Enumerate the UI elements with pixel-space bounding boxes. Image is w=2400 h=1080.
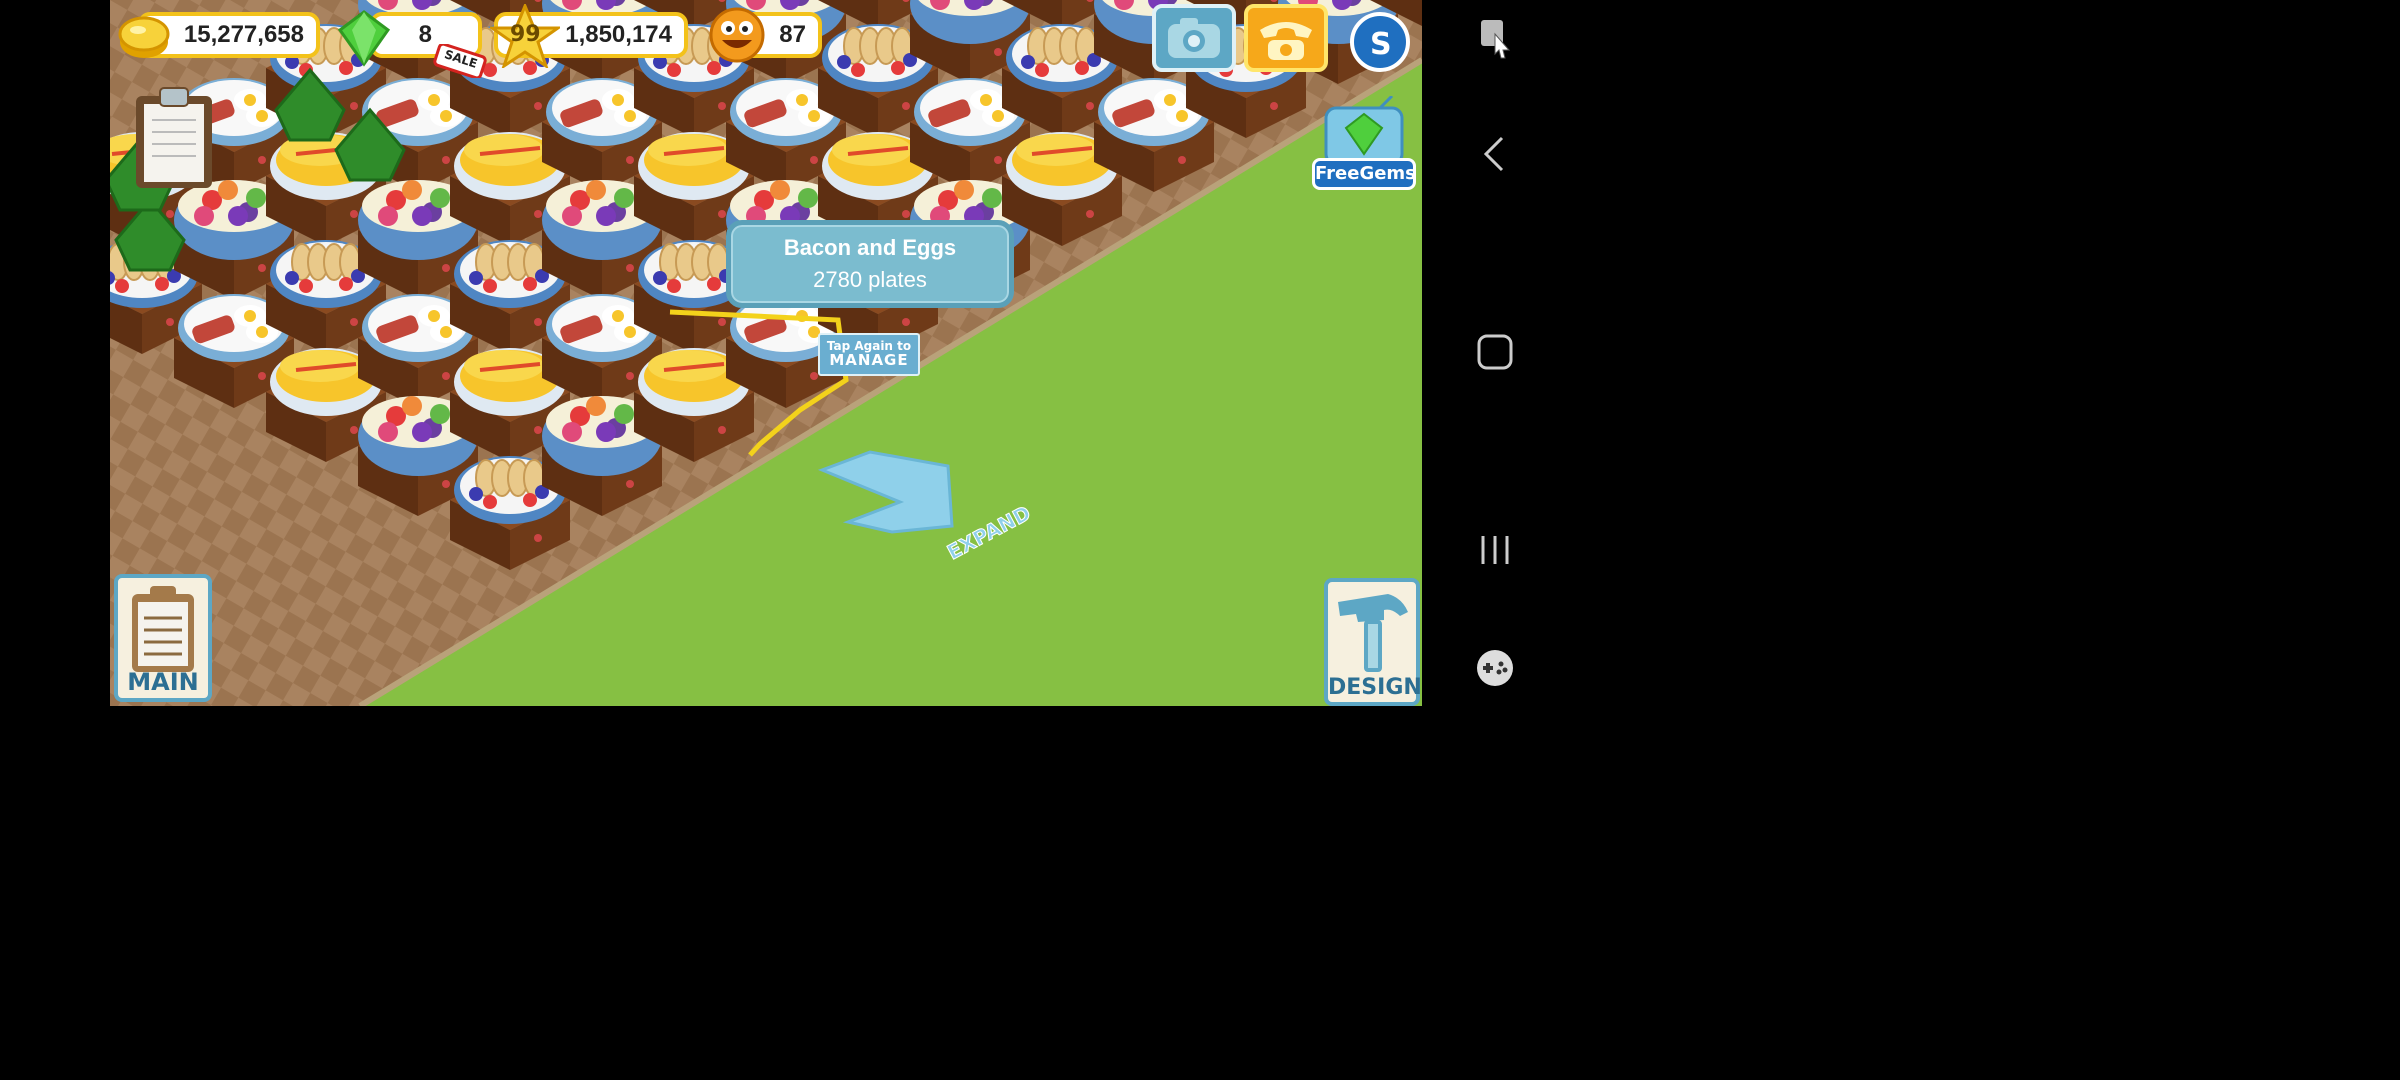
gem-icon — [334, 8, 394, 68]
phone-icon — [1260, 22, 1312, 60]
star-icon: 99 — [487, 2, 563, 70]
coins-value: 15,277,658 — [183, 21, 304, 48]
smiley-icon — [708, 6, 766, 64]
tooltip-subtitle: 2780 plates — [813, 267, 927, 292]
tooltip-title: Bacon and Eggs — [783, 235, 957, 260]
mood-value: 87 — [779, 21, 806, 48]
svg-text:S: S — [1370, 27, 1392, 62]
design-button[interactable]: DESIGN — [1324, 578, 1422, 706]
phone-button[interactable] — [1244, 4, 1328, 72]
back-icon[interactable] — [1480, 134, 1510, 174]
gems-value: 8 — [418, 21, 432, 48]
restaurant-floor-scene[interactable]: EXPAND — [110, 0, 1422, 706]
recents-icon[interactable] — [1475, 530, 1515, 570]
game-viewport[interactable]: EXPAND 15,277,658 8 SALE 1,850,174 99 87 — [110, 0, 1422, 706]
game-tools-icon[interactable] — [1473, 646, 1517, 690]
hammer-icon — [1338, 594, 1408, 672]
freegems-label: FreeGems — [1312, 158, 1416, 190]
social-icon: S — [1370, 27, 1392, 62]
tap-line2: MANAGE — [829, 351, 909, 369]
camera-icon — [1168, 18, 1220, 58]
main-button[interactable]: MAIN — [114, 574, 212, 702]
tv-gem-icon — [1324, 96, 1404, 166]
screen-pin-icon[interactable] — [1475, 16, 1515, 60]
clipboard-icon — [132, 586, 194, 672]
item-tooltip: Bacon and Eggs 2780 plates — [726, 220, 1014, 308]
clipboard-icon — [136, 87, 212, 188]
camera-button[interactable] — [1152, 4, 1236, 72]
main-button-label: MAIN — [127, 668, 199, 696]
design-button-label: DESIGN — [1328, 675, 1422, 700]
system-nav-bar — [1422, 0, 1568, 706]
sale-tag[interactable]: SALE — [432, 42, 488, 80]
freegems-button[interactable]: FreeGems — [1310, 96, 1418, 196]
home-icon[interactable] — [1475, 332, 1515, 372]
clipboard-button[interactable] — [132, 86, 216, 192]
stars-value: 1,850,174 — [565, 21, 672, 48]
coin-icon — [116, 8, 172, 64]
social-button[interactable]: S — [1350, 12, 1410, 72]
tap-again-manage-button[interactable]: Tap Again to MANAGE — [818, 333, 920, 376]
level-value: 99 — [510, 22, 541, 47]
